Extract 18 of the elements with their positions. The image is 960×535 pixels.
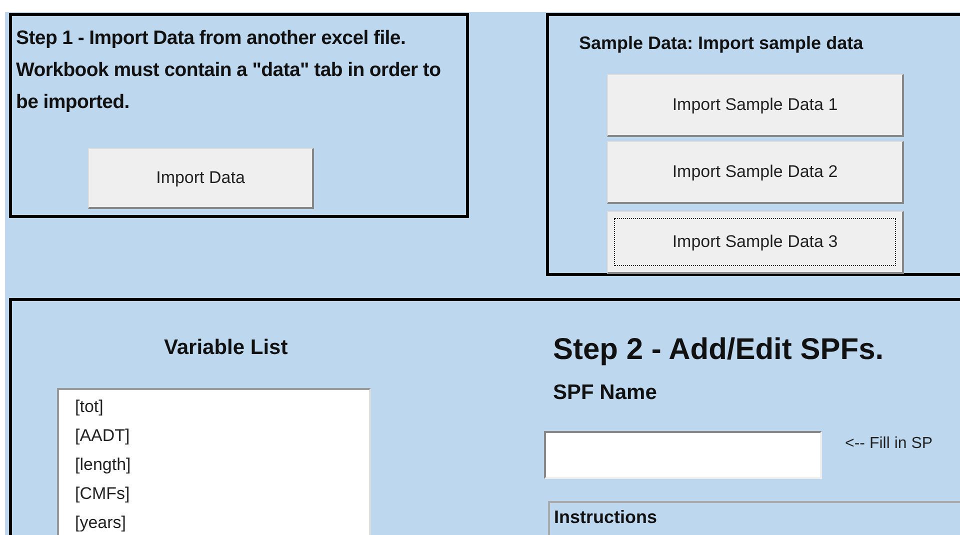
import-sample-button[interactable]: Import Sample Data 2: [607, 141, 904, 204]
step1-instructions: Step 1 - Import Data from another excel file. Workbook must contain a "data" tab in order to be imported.: [16, 26, 442, 115]
spf-name-field[interactable]: [544, 431, 822, 479]
import-sample-button[interactable]: Import Sample Data 1: [607, 74, 904, 137]
instructions-title: Instructions: [554, 506, 658, 529]
variable-list-item[interactable]: [tot]: [75, 392, 369, 421]
step2-title: Step 2 - Add/Edit SPFs.: [553, 332, 884, 368]
variable-list-item[interactable]: [length]: [75, 450, 369, 479]
variable-list-item[interactable]: [years]: [75, 508, 369, 535]
sample-data-title: Sample Data: Import sample data: [579, 32, 864, 55]
variable-listbox[interactable]: [tot] [AADT] [length] [CMFs] [years]: [57, 388, 371, 535]
spf-name-label: SPF Name: [553, 380, 657, 406]
variable-list-item[interactable]: [CMFs]: [75, 479, 369, 508]
import-sample-button[interactable]: Import Sample Data 3: [607, 211, 904, 274]
fill-in-hint: <-- Fill in SP: [845, 434, 933, 454]
import-data-button[interactable]: Import Data: [88, 148, 314, 209]
variable-list-title: Variable List: [164, 335, 288, 361]
variable-list-item[interactable]: [AADT]: [75, 421, 369, 450]
